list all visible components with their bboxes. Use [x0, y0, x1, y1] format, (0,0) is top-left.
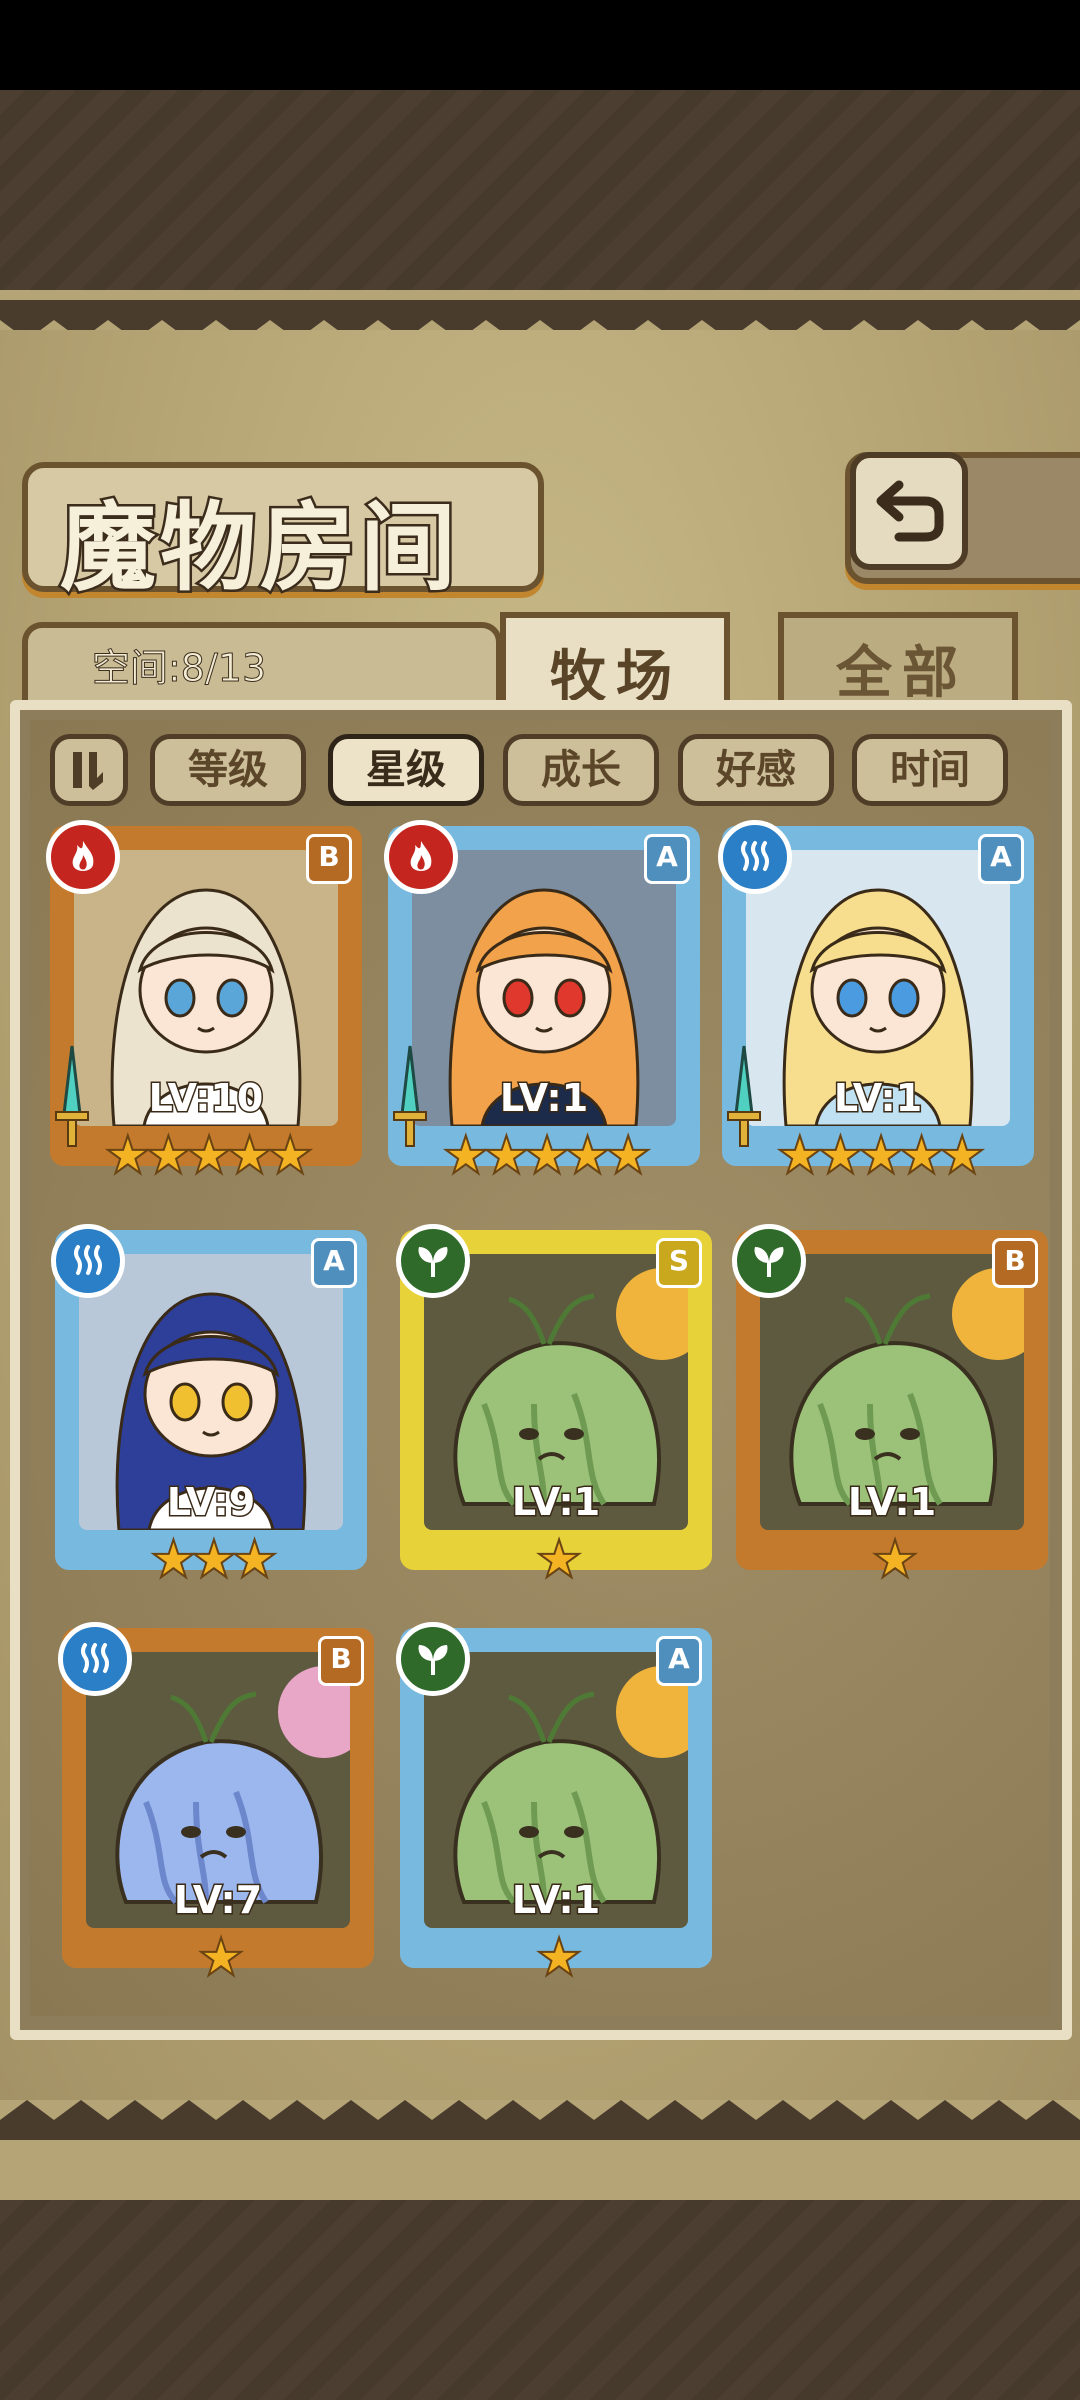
sort-star-button[interactable]: 星级 [328, 734, 484, 806]
sort-order-icon [73, 752, 103, 790]
monster-card[interactable]: A LV:1 ★★★★★ [384, 820, 700, 1194]
rank-badge: S [656, 1238, 702, 1288]
level-label: LV:1 [510, 1877, 601, 1924]
element-badge [58, 1622, 132, 1696]
element-badge [718, 820, 792, 894]
element-badge [384, 820, 458, 894]
level-label: LV:1 [498, 1075, 589, 1122]
level-label: LV:7 [172, 1877, 263, 1924]
monster-card[interactable]: A LV:1 ★★★★★ [718, 820, 1034, 1194]
tab-all[interactable]: 全部 [778, 612, 1018, 706]
sort-level-button[interactable]: 等级 [150, 734, 306, 806]
sword-icon [52, 1044, 92, 1154]
tab-all-label: 全部 [836, 641, 968, 706]
star-rating: ★★★★★ [441, 1125, 652, 1187]
wood-element-icon [754, 1247, 784, 1277]
monster-card[interactable]: B LV:7 ★ [58, 1622, 374, 1996]
status-bar [0, 0, 1080, 90]
fire-element-icon [72, 841, 94, 871]
fire-element-icon [410, 841, 432, 871]
sort-growth-button[interactable]: 成长 [503, 734, 659, 806]
element-badge [46, 820, 120, 894]
wood-element-icon [418, 1247, 448, 1277]
sort-order-toggle[interactable] [50, 734, 128, 806]
monster-card[interactable]: B LV:10 ★★★★★ [46, 820, 362, 1194]
rank-badge: B [306, 834, 352, 884]
element-badge [51, 1224, 125, 1298]
element-badge [732, 1224, 806, 1298]
sort-time-button[interactable]: 时间 [852, 734, 1008, 806]
star-rating: ★★★ [149, 1529, 279, 1591]
monster-card[interactable]: S LV:1 ★ [396, 1224, 712, 1598]
level-label: LV:1 [832, 1075, 923, 1122]
monster-card[interactable]: A LV:9 ★★★ [51, 1224, 367, 1598]
sword-icon [724, 1044, 764, 1154]
element-badge [396, 1622, 470, 1696]
level-label: LV:9 [165, 1479, 256, 1526]
background-bottom [0, 2200, 1080, 2400]
element-badge [396, 1224, 470, 1298]
back-arrow-icon [876, 480, 944, 542]
water-element-icon [74, 1245, 102, 1275]
monster-card[interactable]: B LV:1 ★ [732, 1224, 1048, 1598]
page-title: 魔物房间 [58, 489, 460, 607]
water-element-icon [81, 1643, 109, 1673]
back-button[interactable] [850, 452, 968, 570]
level-label: LV:1 [846, 1479, 937, 1526]
star-rating: ★★★★★ [775, 1125, 986, 1187]
sort-affection-button[interactable]: 好感 [678, 734, 834, 806]
star-rating: ★ [535, 1927, 584, 1989]
star-rating: ★★★★★ [103, 1125, 314, 1187]
space-capacity-label: 空间:8/13 [91, 646, 267, 691]
star-rating: ★ [871, 1529, 920, 1591]
level-label: LV:1 [510, 1479, 601, 1526]
rank-badge: A [311, 1238, 357, 1288]
tab-pasture[interactable]: 牧场 [500, 612, 730, 712]
level-label: LV:10 [147, 1075, 265, 1122]
background-top [0, 90, 1080, 290]
sword-icon [390, 1044, 430, 1154]
rank-badge: B [992, 1238, 1038, 1288]
rank-badge: B [318, 1636, 364, 1686]
star-rating: ★ [197, 1927, 246, 1989]
rank-badge: A [644, 834, 690, 884]
wood-element-icon [418, 1645, 448, 1675]
rank-badge: A [978, 834, 1024, 884]
rank-badge: A [656, 1636, 702, 1686]
star-rating: ★ [535, 1529, 584, 1591]
monster-card[interactable]: A LV:1 ★ [396, 1622, 712, 1996]
water-element-icon [741, 841, 769, 871]
zigzag-bottom [0, 2100, 1080, 2140]
